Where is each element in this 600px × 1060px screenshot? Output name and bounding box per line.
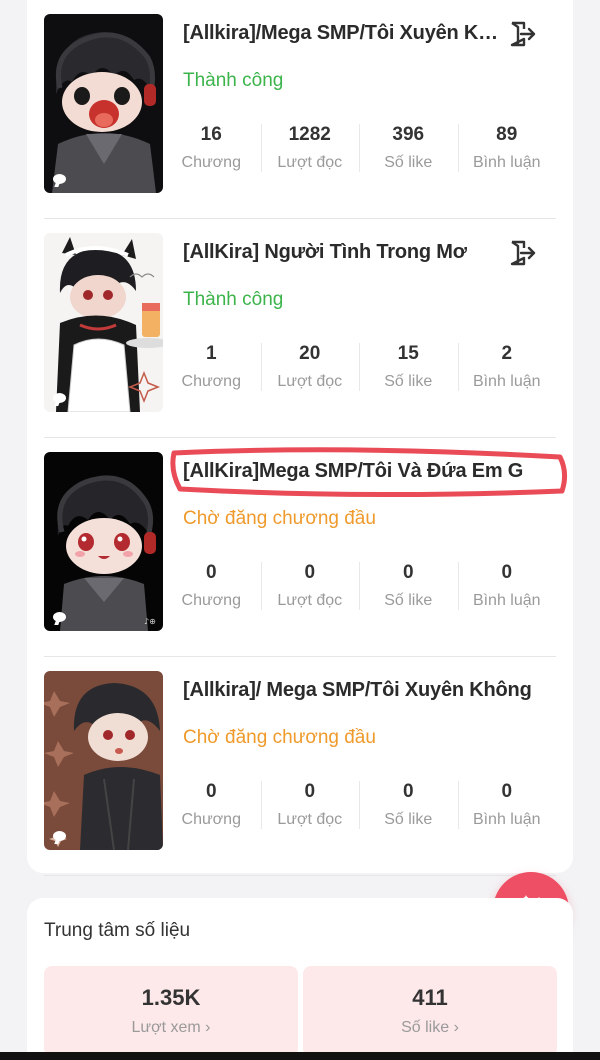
stat-label: Chương <box>181 154 241 171</box>
stat-label: Bình luận <box>472 154 541 171</box>
work-stats: 0 Chương 0 Lượt đọc 0 Số like 0 Bình luận <box>162 777 556 833</box>
work-status: Chờ đăng chương đầu <box>183 727 376 748</box>
work-status: Chờ đăng chương đầu <box>183 508 376 529</box>
stat-value: 0 <box>402 781 414 802</box>
work-item[interactable]: [Allkira]/Mega SMP/Tôi Xuyên Không Đến T… <box>44 0 556 219</box>
stat-reads: 0 Lượt đọc <box>260 558 360 614</box>
stat-value: 2 <box>501 343 513 364</box>
cover-image[interactable] <box>44 14 163 193</box>
work-title[interactable]: [Allkira]/Mega SMP/Tôi Xuyên Không Đến T… <box>183 22 503 45</box>
comment-badge-icon <box>53 612 66 622</box>
stat-likes: 0 Số like <box>359 777 458 833</box>
highlight-annotation <box>170 447 568 498</box>
work-stats: 1 Chương 20 Lượt đọc 15 Số like 2 Bình luận <box>162 339 556 395</box>
metric-label: Lượt xem › <box>131 1019 211 1036</box>
stat-label: Chương <box>181 373 241 390</box>
stat-label: Chương <box>181 811 241 828</box>
comment-badge-icon <box>53 393 66 403</box>
stat-value: 15 <box>397 343 419 364</box>
metric-value: 411 <box>412 985 448 1010</box>
cover-image[interactable] <box>44 671 163 850</box>
stat-label: Số like <box>384 154 433 171</box>
cover-image[interactable]: ♪⊕ <box>44 452 163 631</box>
stat-value: 0 <box>501 781 513 802</box>
metric-likes[interactable]: 411 Số like › <box>303 966 557 1056</box>
stat-label: Số like <box>384 811 433 828</box>
work-item[interactable]: [Allkira]/ Mega SMP/Tôi Xuyên Không Chờ … <box>44 657 556 876</box>
stat-comments: 2 Bình luận <box>457 339 557 395</box>
stat-label: Số like <box>384 592 433 609</box>
stat-value: 20 <box>299 343 321 364</box>
stat-value: 1282 <box>288 124 331 145</box>
metric-views[interactable]: 1.35K Lượt xem › <box>44 966 298 1056</box>
stat-comments: 0 Bình luận <box>457 777 557 833</box>
stat-value: 16 <box>200 124 222 145</box>
stat-label: Bình luận <box>472 373 541 390</box>
svg-text:♪⊕: ♪⊕ <box>144 617 156 626</box>
stat-value: 0 <box>402 562 414 583</box>
exit-icon[interactable] <box>508 20 536 48</box>
stat-value: 0 <box>304 781 316 802</box>
stat-likes: 15 Số like <box>359 339 458 395</box>
work-item[interactable]: [AllKira] Người Tình Trong Mơ Thành công… <box>44 219 556 438</box>
stat-likes: 0 Số like <box>359 558 458 614</box>
cover-image[interactable] <box>44 233 163 412</box>
system-nav-bar <box>0 1052 600 1060</box>
stat-label: Số like <box>384 373 433 390</box>
stat-label: Lượt đọc <box>277 373 343 390</box>
stat-chapters: 1 Chương <box>162 339 261 395</box>
stat-label: Bình luận <box>472 811 541 828</box>
stat-likes: 396 Số like <box>359 120 458 176</box>
stat-value: 0 <box>205 781 217 802</box>
divider <box>44 875 556 876</box>
exit-icon[interactable] <box>508 239 536 267</box>
comment-badge-icon <box>53 831 66 841</box>
stat-value: 0 <box>205 562 217 583</box>
stat-label: Lượt đọc <box>277 592 343 609</box>
stat-reads: 20 Lượt đọc <box>260 339 360 395</box>
stat-chapters: 0 Chương <box>162 777 261 833</box>
work-status: Thành công <box>183 70 284 91</box>
stat-chapters: 16 Chương <box>162 120 261 176</box>
stat-label: Lượt đọc <box>277 811 343 828</box>
stat-label: Bình luận <box>472 592 541 609</box>
stat-value: 0 <box>501 562 513 583</box>
stat-label: Lượt đọc <box>277 154 343 171</box>
stat-reads: 1282 Lượt đọc <box>260 120 360 176</box>
data-center-title: Trung tâm số liệu <box>44 920 191 941</box>
work-stats: 0 Chương 0 Lượt đọc 0 Số like 0 Bình luận <box>162 558 556 614</box>
stat-value: 1 <box>205 343 217 364</box>
stat-comments: 0 Bình luận <box>457 558 557 614</box>
stat-value: 0 <box>304 562 316 583</box>
work-stats: 16 Chương 1282 Lượt đọc 396 Số like 89 Bình … <box>162 120 556 176</box>
stat-value: 396 <box>392 124 425 145</box>
work-title[interactable]: [Allkira]/ Mega SMP/Tôi Xuyên Không <box>183 679 555 702</box>
stat-comments: 89 Bình luận <box>457 120 557 176</box>
stat-value: 89 <box>496 124 518 145</box>
stat-reads: 0 Lượt đọc <box>260 777 360 833</box>
stat-chapters: 0 Chương <box>162 558 261 614</box>
comment-badge-icon <box>53 174 66 184</box>
metric-value: 1.35K <box>141 985 201 1010</box>
work-status: Thành công <box>183 289 284 310</box>
stat-label: Chương <box>181 592 241 609</box>
work-title[interactable]: [AllKira] Người Tình Trong Mơ <box>183 241 503 264</box>
metric-label: Số like › <box>401 1019 459 1036</box>
